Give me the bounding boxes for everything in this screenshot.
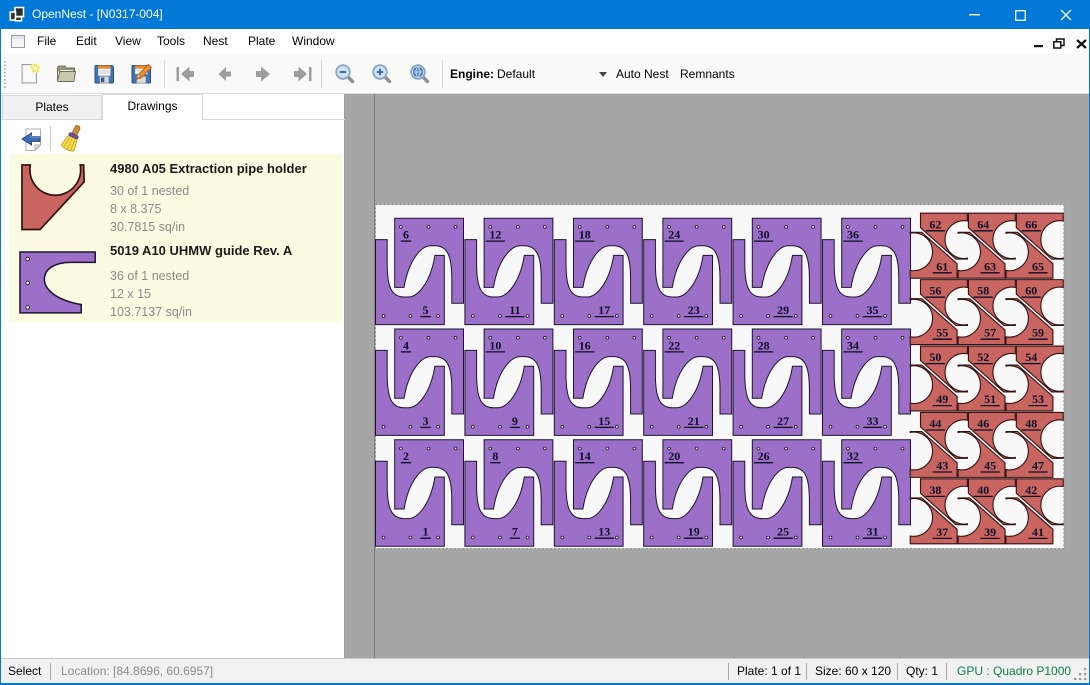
svg-text:44: 44 [929, 417, 941, 431]
svg-text:18: 18 [579, 228, 591, 242]
svg-text:12: 12 [489, 228, 501, 242]
svg-text:15: 15 [598, 414, 610, 428]
svg-text:66: 66 [1025, 217, 1037, 231]
svg-text:38: 38 [929, 483, 941, 497]
svg-text:41: 41 [1032, 525, 1044, 539]
svg-text:55: 55 [936, 326, 948, 340]
svg-text:30: 30 [758, 228, 770, 242]
svg-text:1: 1 [423, 525, 429, 539]
svg-text:52: 52 [977, 350, 989, 364]
svg-text:56: 56 [929, 284, 941, 298]
svg-text:13: 13 [598, 525, 610, 539]
svg-text:33: 33 [867, 414, 879, 428]
svg-text:7: 7 [512, 525, 518, 539]
svg-text:51: 51 [984, 392, 996, 406]
svg-text:31: 31 [867, 525, 879, 539]
svg-text:54: 54 [1025, 350, 1037, 364]
svg-text:9: 9 [512, 414, 518, 428]
svg-text:10: 10 [489, 338, 501, 352]
svg-text:32: 32 [847, 449, 859, 463]
svg-text:2: 2 [403, 449, 409, 463]
svg-text:14: 14 [579, 449, 591, 463]
svg-text:21: 21 [688, 414, 700, 428]
svg-text:64: 64 [977, 217, 989, 231]
svg-text:49: 49 [936, 392, 948, 406]
svg-text:28: 28 [758, 338, 770, 352]
svg-text:43: 43 [936, 459, 948, 473]
svg-text:59: 59 [1032, 326, 1044, 340]
svg-text:26: 26 [758, 449, 770, 463]
svg-text:25: 25 [777, 525, 789, 539]
svg-text:39: 39 [984, 525, 996, 539]
svg-text:29: 29 [777, 303, 789, 317]
svg-text:58: 58 [977, 284, 989, 298]
svg-text:57: 57 [984, 326, 996, 340]
svg-text:5: 5 [423, 303, 429, 317]
svg-text:17: 17 [598, 303, 610, 317]
svg-text:63: 63 [984, 259, 996, 273]
svg-text:53: 53 [1032, 392, 1044, 406]
svg-text:47: 47 [1032, 459, 1044, 473]
svg-text:6: 6 [403, 228, 409, 242]
svg-text:48: 48 [1025, 417, 1037, 431]
svg-text:50: 50 [929, 350, 941, 364]
svg-text:65: 65 [1032, 259, 1044, 273]
svg-text:23: 23 [688, 303, 700, 317]
svg-text:34: 34 [847, 338, 859, 352]
svg-text:36: 36 [847, 228, 859, 242]
svg-text:46: 46 [977, 417, 989, 431]
svg-text:60: 60 [1025, 284, 1037, 298]
svg-text:4: 4 [403, 338, 409, 352]
svg-text:45: 45 [984, 459, 996, 473]
svg-text:24: 24 [668, 228, 680, 242]
svg-text:35: 35 [867, 303, 879, 317]
svg-text:19: 19 [688, 525, 700, 539]
svg-text:37: 37 [936, 525, 948, 539]
svg-text:11: 11 [509, 303, 520, 317]
svg-text:62: 62 [929, 217, 941, 231]
svg-text:22: 22 [668, 338, 680, 352]
svg-text:27: 27 [777, 414, 789, 428]
svg-text:3: 3 [423, 414, 429, 428]
svg-text:40: 40 [977, 483, 989, 497]
svg-text:16: 16 [579, 338, 591, 352]
svg-text:8: 8 [492, 449, 498, 463]
svg-text:42: 42 [1025, 483, 1037, 497]
svg-text:20: 20 [668, 449, 680, 463]
svg-text:61: 61 [936, 259, 948, 273]
